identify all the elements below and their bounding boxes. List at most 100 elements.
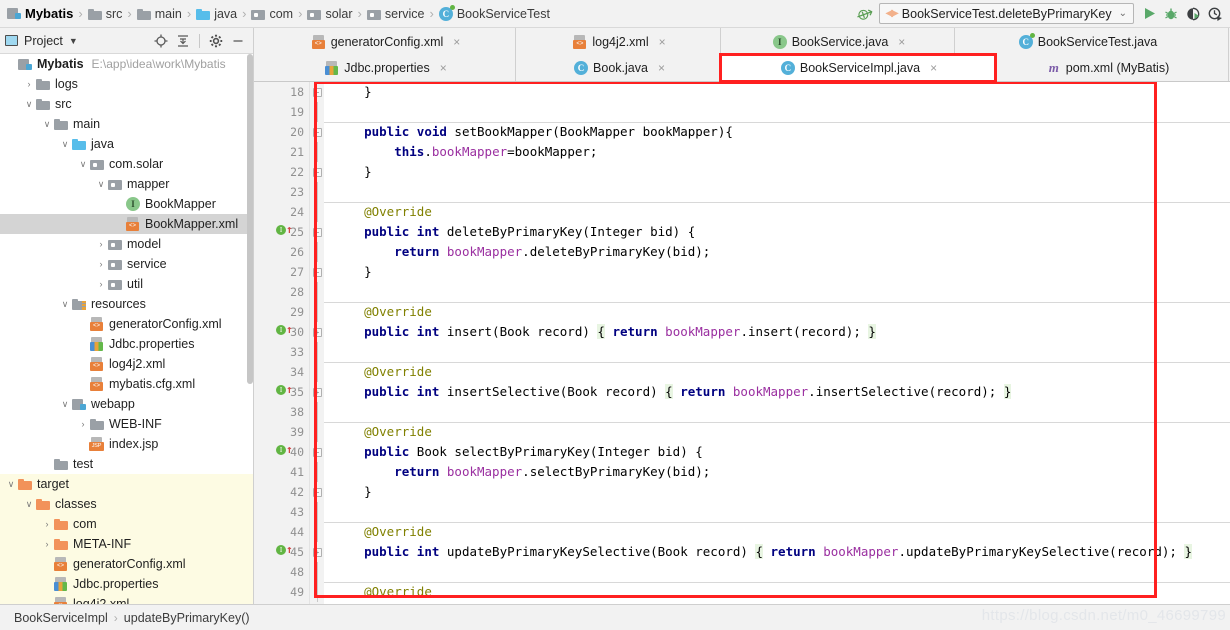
code-line[interactable]: }: [324, 482, 1230, 502]
sidebar-scrollbar[interactable]: [247, 54, 253, 384]
tree-item[interactable]: log4j2.xml: [0, 594, 253, 604]
code-line[interactable]: @Override: [324, 422, 1230, 442]
tree-item[interactable]: test: [0, 454, 253, 474]
fold-marker-slot[interactable]: [310, 502, 324, 522]
tree-item[interactable]: › service: [0, 254, 253, 274]
chevron-right-icon[interactable]: ›: [22, 79, 36, 89]
tree-item[interactable]: ∨ resources: [0, 294, 253, 314]
editor-tab-bookservice-java[interactable]: I BookService.java ×: [721, 28, 955, 55]
collapse-all-icon[interactable]: [173, 31, 193, 51]
fold-marker-slot[interactable]: +: [310, 382, 324, 402]
fold-collapse-icon[interactable]: −: [312, 267, 322, 277]
code-content[interactable]: } public void setBookMapper(BookMapper b…: [324, 82, 1230, 604]
code-line[interactable]: public int deleteByPrimaryKey(Integer bi…: [324, 222, 1230, 242]
code-line[interactable]: public void setBookMapper(BookMapper boo…: [324, 122, 1230, 142]
chevron-down-icon[interactable]: ∨: [58, 299, 72, 310]
fold-marker-slot[interactable]: [310, 522, 324, 542]
run-with-coverage-button[interactable]: [1182, 3, 1204, 25]
editor-tab-book-java[interactable]: C Book.java ×: [516, 55, 721, 81]
fold-marker-slot[interactable]: −: [310, 442, 324, 462]
hide-panel-icon[interactable]: [228, 31, 248, 51]
chevron-down-icon[interactable]: ∨: [4, 479, 18, 490]
code-line[interactable]: @Override: [324, 302, 1230, 322]
tree-item[interactable]: › util: [0, 274, 253, 294]
breadcrumb-item-src[interactable]: src: [85, 3, 126, 25]
run-method-gutter-icon[interactable]: I ↑: [276, 384, 293, 395]
fold-collapse-icon[interactable]: −: [312, 447, 322, 457]
fold-marker-slot[interactable]: [310, 362, 324, 382]
fold-expand-icon[interactable]: +: [312, 547, 322, 557]
tab-close-icon[interactable]: ×: [659, 35, 666, 49]
fold-collapse-icon[interactable]: −: [312, 487, 322, 497]
chevron-down-icon[interactable]: ∨: [76, 159, 90, 170]
fold-marker-slot[interactable]: [310, 342, 324, 362]
editor-tab-jdbc-properties[interactable]: Jdbc.properties ×: [254, 55, 516, 81]
fold-collapse-icon[interactable]: −: [312, 87, 322, 97]
code-line[interactable]: public Book selectByPrimaryKey(Integer b…: [324, 442, 1230, 462]
code-line[interactable]: [324, 402, 1230, 422]
code-line[interactable]: [324, 502, 1230, 522]
tree-item[interactable]: ∨ target: [0, 474, 253, 494]
tree-item[interactable]: › com: [0, 514, 253, 534]
breadcrumb-item-solar[interactable]: solar: [304, 3, 355, 25]
breadcrumb-item-main[interactable]: main: [134, 3, 185, 25]
tree-item[interactable]: ∨ main: [0, 114, 253, 134]
run-configuration-selector[interactable]: ◀▶ BookServiceTest.deleteByPrimaryKey ⌄: [879, 3, 1134, 24]
fold-collapse-icon[interactable]: −: [312, 167, 322, 177]
fold-collapse-icon[interactable]: −: [312, 127, 322, 137]
tab-close-icon[interactable]: ×: [658, 61, 665, 75]
tree-item[interactable]: ∨ src: [0, 94, 253, 114]
tree-item[interactable]: ∨ com.solar: [0, 154, 253, 174]
code-line[interactable]: this.bookMapper=bookMapper;: [324, 142, 1230, 162]
tree-item[interactable]: log4j2.xml: [0, 354, 253, 374]
status-breadcrumb-class[interactable]: BookServiceImpl: [14, 611, 108, 625]
chevron-down-icon[interactable]: ∨: [22, 499, 36, 510]
breadcrumb-item-service[interactable]: service: [364, 3, 428, 25]
tree-item[interactable]: generatorConfig.xml: [0, 554, 253, 574]
code-line[interactable]: public int updateByPrimaryKeySelective(B…: [324, 542, 1230, 562]
fold-marker-slot[interactable]: [310, 302, 324, 322]
fold-collapse-icon[interactable]: −: [312, 227, 322, 237]
tab-close-icon[interactable]: ×: [453, 35, 460, 49]
fold-marker-slot[interactable]: [310, 582, 324, 602]
tree-item[interactable]: ∨ classes: [0, 494, 253, 514]
fold-marker-slot[interactable]: [310, 142, 324, 162]
fold-expand-icon[interactable]: +: [312, 387, 322, 397]
code-line[interactable]: return bookMapper.deleteByPrimaryKey(bid…: [324, 242, 1230, 262]
chevron-down-icon[interactable]: ∨: [22, 99, 36, 110]
editor-tab-pom-xml-mybatis-[interactable]: m pom.xml (MyBatis): [995, 55, 1229, 81]
chevron-right-icon[interactable]: ›: [40, 519, 54, 529]
chevron-down-icon[interactable]: ∨: [58, 139, 72, 150]
fold-expand-icon[interactable]: +: [312, 327, 322, 337]
code-line[interactable]: @Override: [324, 362, 1230, 382]
build-hammer-icon[interactable]: ⟴: [853, 3, 876, 25]
chevron-down-icon[interactable]: ∨: [40, 119, 54, 130]
fold-marker-slot[interactable]: [310, 242, 324, 262]
tab-close-icon[interactable]: ×: [898, 35, 905, 49]
code-line[interactable]: public int insert(Book record) { return …: [324, 322, 1230, 342]
chevron-right-icon[interactable]: ›: [94, 259, 108, 269]
tree-item[interactable]: › WEB-INF: [0, 414, 253, 434]
fold-marker-slot[interactable]: +: [310, 542, 324, 562]
tree-item[interactable]: BookMapper.xml: [0, 214, 253, 234]
code-line[interactable]: [324, 562, 1230, 582]
tab-close-icon[interactable]: ×: [930, 61, 937, 75]
editor-tab-bookserviceimpl-java[interactable]: C BookServiceImpl.java ×: [719, 53, 997, 83]
editor-tab-generatorconfig-xml[interactable]: generatorConfig.xml ×: [254, 28, 516, 55]
fold-marker-slot[interactable]: −: [310, 482, 324, 502]
debug-button[interactable]: [1160, 3, 1182, 25]
editor-gutter[interactable]: 18 19 20 21 22 23 24 25 I ↑ 26 27 28 29 30 I ↑ 33 34 35 I ↑ 38…: [254, 82, 310, 604]
tree-item[interactable]: ∨ mapper: [0, 174, 253, 194]
tree-item[interactable]: Mybatis E:\app\idea\work\Mybatis: [0, 54, 253, 74]
code-line[interactable]: [324, 342, 1230, 362]
run-method-gutter-icon[interactable]: I ↑: [276, 544, 293, 555]
chevron-down-icon[interactable]: ▼: [69, 36, 78, 46]
fold-marker-slot[interactable]: −: [310, 82, 324, 102]
fold-marker-slot[interactable]: [310, 462, 324, 482]
fold-marker-slot[interactable]: −: [310, 122, 324, 142]
tree-item[interactable]: › logs: [0, 74, 253, 94]
editor-tab-log4j2-xml[interactable]: log4j2.xml ×: [516, 28, 721, 55]
breadcrumb-item-mybatis[interactable]: Mybatis: [4, 3, 76, 25]
chevron-right-icon[interactable]: ›: [94, 239, 108, 249]
code-line[interactable]: }: [324, 262, 1230, 282]
